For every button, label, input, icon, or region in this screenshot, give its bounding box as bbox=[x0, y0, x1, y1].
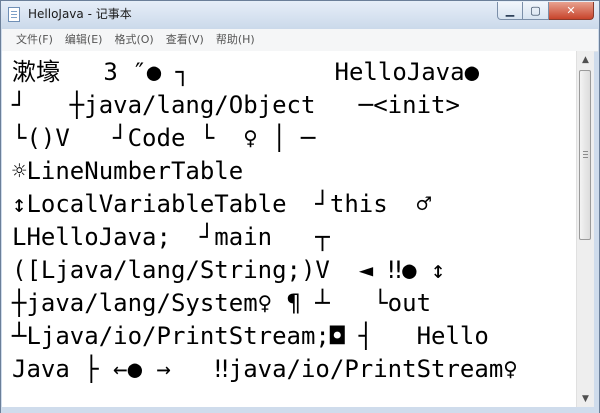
text-line: ┘ ┼java/lang/Object ─<init> bbox=[12, 91, 460, 119]
vertical-scrollbar[interactable]: ▲ ▼ bbox=[576, 51, 594, 407]
maximize-button[interactable]: ▢ bbox=[523, 2, 549, 20]
text-line: ┼java/lang/System♀ ¶ ┴ └out bbox=[12, 289, 432, 317]
menu-format[interactable]: 格式(O) bbox=[108, 29, 159, 51]
notepad-icon bbox=[8, 7, 20, 22]
text-line: 漱壕 3 ″● ┐ HelloJava● bbox=[12, 58, 480, 86]
text-line: ┴Ljava/io/PrintStream;◘ ┤ Hello bbox=[12, 322, 489, 350]
editor-text[interactable]: 漱壕 3 ″● ┐ HelloJava● ┘ ┼java/lang/Object… bbox=[12, 56, 518, 386]
scroll-up-arrow-icon[interactable]: ▲ bbox=[577, 51, 594, 68]
close-button[interactable]: ✕ bbox=[549, 2, 594, 20]
text-line: Java ├ ←● → ‼java/io/PrintStream♀ bbox=[12, 355, 518, 383]
window-title: HelloJava - 记事本 bbox=[28, 7, 132, 21]
text-line: └()V ┘Code └ ♀ │ ─ bbox=[12, 124, 316, 152]
scrollbar-thumb[interactable] bbox=[579, 70, 591, 240]
menu-file[interactable]: 文件(F) bbox=[2, 29, 59, 51]
menu-view[interactable]: 查看(V) bbox=[160, 29, 210, 51]
menu-help[interactable]: 帮助(H) bbox=[210, 29, 261, 51]
text-line: ↕LocalVariableTable ┘this ♂ bbox=[12, 190, 432, 218]
text-line: LHelloJava; ┘main ┬ bbox=[12, 223, 330, 251]
menu-edit[interactable]: 编辑(E) bbox=[59, 29, 109, 51]
menu-bar: 文件(F) 编辑(E) 格式(O) 查看(V) 帮助(H) bbox=[2, 29, 598, 52]
text-line: ([Ljava/lang/String;)V ◄ ‼● ↕ bbox=[12, 256, 446, 284]
notepad-window: HelloJava - 记事本 ▁ ▢ ✕ 文件(F) 编辑(E) 格式(O) … bbox=[0, 0, 600, 413]
minimize-button[interactable]: ▁ bbox=[497, 2, 523, 20]
window-controls: ▁ ▢ ✕ bbox=[497, 2, 594, 20]
text-editor[interactable]: 漱壕 3 ″● ┐ HelloJava● ┘ ┼java/lang/Object… bbox=[2, 51, 576, 407]
text-line: ☼LineNumberTable bbox=[12, 157, 244, 185]
grip-icon bbox=[583, 151, 588, 152]
scroll-down-arrow-icon[interactable]: ▼ bbox=[577, 390, 594, 407]
window-frame-bottom bbox=[1, 407, 599, 413]
title-bar[interactable]: HelloJava - 记事本 ▁ ▢ ✕ bbox=[1, 1, 599, 29]
